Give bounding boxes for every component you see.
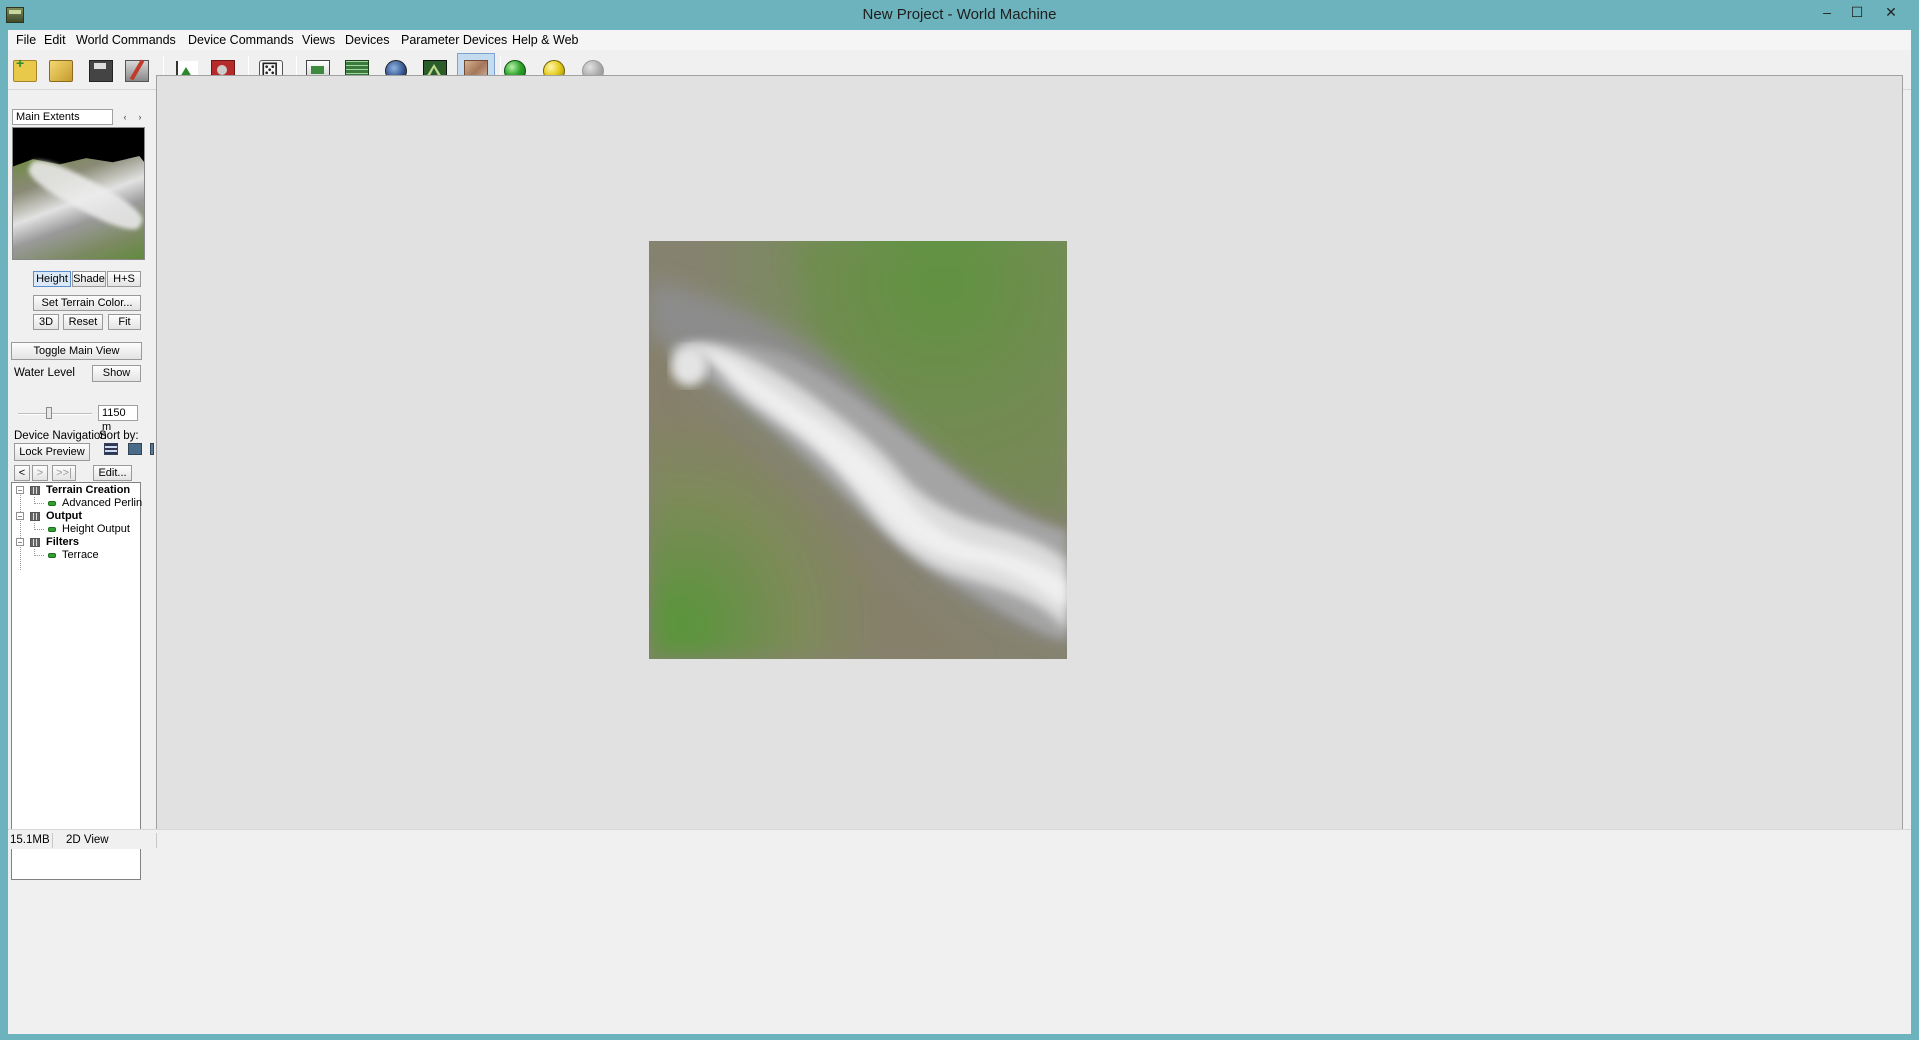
- view-mode-shade[interactable]: Shade: [72, 271, 106, 287]
- save-as-button[interactable]: [122, 56, 152, 86]
- water-level-label: Water Level: [14, 367, 75, 379]
- water-level-slider-track: [18, 413, 92, 415]
- window-title: New Project - World Machine: [862, 6, 1057, 23]
- save-project-button[interactable]: [86, 56, 116, 86]
- view-mode-height[interactable]: Height: [33, 271, 71, 287]
- tree-group-filters[interactable]: − Filters: [12, 536, 140, 549]
- main-2d-view[interactable]: [156, 75, 1903, 834]
- memory-usage: 15.1MB: [10, 834, 50, 846]
- menu-parameter-devices[interactable]: Parameter Devices: [395, 32, 513, 48]
- tree-group-label: Terrain Creation: [46, 484, 131, 496]
- 3d-button[interactable]: 3D: [33, 314, 59, 330]
- sort-graph-icon[interactable]: [150, 443, 154, 455]
- collapse-icon[interactable]: −: [16, 486, 24, 495]
- device-icon: [48, 501, 56, 506]
- tree-device-terrace[interactable]: Terrace: [12, 549, 140, 562]
- tree-group-label: Output: [46, 510, 83, 522]
- view-mode-hs[interactable]: H+S: [107, 271, 141, 287]
- sort-list-icon[interactable]: [104, 443, 118, 455]
- device-icon: [48, 553, 56, 558]
- title-bar: New Project - World Machine – ☐ ✕: [0, 0, 1919, 30]
- terrain-image: [649, 241, 1067, 659]
- tree-connector: [34, 503, 44, 504]
- extents-prev-button[interactable]: ‹: [119, 110, 131, 124]
- tree-device-advanced-perlin[interactable]: Advanced Perlin: [12, 497, 143, 510]
- toggle-main-view-button[interactable]: Toggle Main View: [11, 342, 142, 360]
- nav-end-button[interactable]: >>|: [52, 465, 76, 481]
- status-divider: [156, 833, 157, 848]
- device-icon: [48, 527, 56, 532]
- collapse-icon[interactable]: −: [16, 538, 24, 547]
- reset-button[interactable]: Reset: [63, 314, 103, 330]
- menu-devices[interactable]: Devices: [339, 32, 395, 48]
- tree-device-height-output[interactable]: Height Output: [12, 523, 140, 536]
- tree-connector: [34, 555, 44, 556]
- view-mode-status: 2D View: [66, 834, 109, 846]
- group-icon: [30, 512, 40, 521]
- sort-type-icon[interactable]: [128, 443, 142, 455]
- tree-group-terrain-creation[interactable]: − Terrain Creation: [12, 484, 140, 497]
- new-project-icon: [13, 55, 37, 82]
- collapse-icon[interactable]: −: [16, 512, 24, 521]
- open-project-button[interactable]: [46, 56, 76, 86]
- sort-by-label: Sort by:: [99, 430, 139, 442]
- device-navigation-label: Device Navigation: [14, 430, 107, 442]
- fit-button[interactable]: Fit: [108, 314, 141, 330]
- tree-group-output[interactable]: − Output: [12, 510, 140, 523]
- water-level-input[interactable]: 1150 m: [98, 405, 138, 433]
- extents-selector[interactable]: Main Extents: [12, 109, 113, 125]
- terrain-preview[interactable]: [12, 127, 145, 260]
- minimize-button[interactable]: –: [1812, 0, 1842, 26]
- open-project-icon: [49, 60, 73, 82]
- close-button[interactable]: ✕: [1876, 0, 1906, 26]
- water-show-button[interactable]: Show: [92, 365, 141, 382]
- lock-preview-button[interactable]: Lock Preview: [14, 443, 90, 461]
- tree-connector: [34, 529, 44, 530]
- menu-edit[interactable]: Edit: [38, 32, 72, 48]
- device-tree: − Terrain Creation Advanced Perlin − Out…: [11, 482, 143, 880]
- tree-device-label: Height Output: [62, 523, 130, 535]
- edit-button[interactable]: Edit...: [93, 465, 132, 481]
- left-panel: Main Extents ‹ › Height Shade H+S Set Te…: [8, 91, 154, 1018]
- tree-device-label: Advanced Perlin: [62, 497, 143, 509]
- menu-device-commands[interactable]: Device Commands: [182, 32, 300, 48]
- save-project-icon: [89, 60, 113, 82]
- tree-group-label: Filters: [46, 536, 80, 548]
- menu-views[interactable]: Views: [296, 32, 341, 48]
- app-client-area: File Edit World Commands Device Commands…: [8, 30, 1911, 1034]
- extents-next-button[interactable]: ›: [134, 110, 146, 124]
- menu-bar: File Edit World Commands Device Commands…: [8, 30, 1911, 50]
- tree-device-label: Terrace: [62, 549, 99, 561]
- nav-back-button[interactable]: <: [14, 465, 30, 481]
- menu-world-commands[interactable]: World Commands: [70, 32, 182, 48]
- status-bar: 15.1MB 2D View: [8, 829, 1911, 849]
- menu-help-web[interactable]: Help & Web: [506, 32, 584, 48]
- new-project-button[interactable]: [10, 55, 40, 86]
- terrain-heightmap-render[interactable]: [649, 241, 1067, 659]
- group-icon: [30, 486, 40, 495]
- set-terrain-color-button[interactable]: Set Terrain Color...: [33, 295, 141, 311]
- group-icon: [30, 538, 40, 547]
- nav-forward-button[interactable]: >: [32, 465, 48, 481]
- status-divider: [52, 833, 53, 848]
- water-level-slider[interactable]: [46, 407, 52, 419]
- save-as-icon: [125, 60, 149, 82]
- maximize-button[interactable]: ☐: [1842, 0, 1872, 26]
